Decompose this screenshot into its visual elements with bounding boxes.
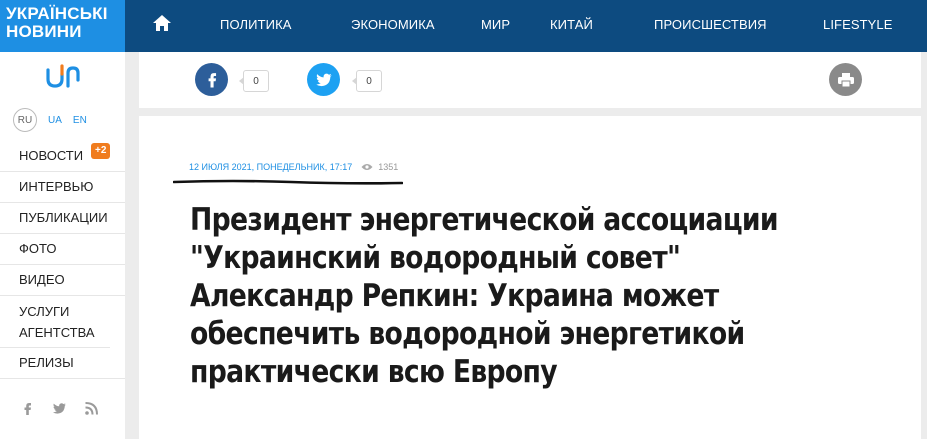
facebook-share-button[interactable] — [195, 63, 228, 96]
nav-incidents[interactable]: ПРОИСШЕСТВИЯ — [654, 17, 767, 32]
share-bar: 0 0 — [139, 52, 921, 108]
sidebar-item-label: ФОТО — [19, 241, 57, 256]
brand-line-1: УКРАЇНСЬКІ — [6, 4, 108, 23]
article-title: Президент энергетической ассоциации "Укр… — [190, 202, 779, 390]
sidebar-item-publications[interactable]: ПУБЛИКАЦИИ — [0, 203, 125, 234]
sidebar-item-label: ПУБЛИКАЦИИ — [19, 210, 108, 225]
site-logo-icon[interactable] — [42, 62, 82, 90]
language-switcher: RU UA EN — [13, 108, 87, 132]
nav-politics[interactable]: ПОЛИТИКА — [220, 17, 292, 32]
news-count-badge: +2 — [91, 143, 111, 159]
sidebar-item-video[interactable]: ВИДЕО — [0, 265, 125, 296]
sidebar-item-label: УСЛУГИ АГЕНТСТВА — [19, 304, 95, 340]
nav-china[interactable]: КИТАЙ — [550, 17, 593, 32]
twitter-share-button[interactable] — [307, 63, 340, 96]
sidebar-menu: НОВОСТИ +2 ИНТЕРВЬЮ ПУБЛИКАЦИИ ФОТО ВИДЕ… — [0, 141, 125, 379]
rss-icon[interactable] — [84, 401, 99, 416]
nav-lifestyle[interactable]: LIFESTYLE — [823, 17, 893, 32]
lang-ru[interactable]: RU — [13, 108, 37, 132]
print-button[interactable] — [829, 63, 862, 96]
home-icon[interactable] — [152, 14, 172, 32]
eye-icon — [361, 164, 373, 170]
facebook-icon — [208, 72, 216, 87]
article-view-count: 1351 — [378, 162, 399, 172]
brand-line-2: НОВИНИ — [6, 22, 82, 41]
sidebar-item-releases[interactable]: РЕЛИЗЫ — [0, 348, 125, 379]
lang-en[interactable]: EN — [73, 115, 87, 126]
twitter-icon — [315, 73, 332, 86]
facebook-share-count: 0 — [239, 70, 269, 92]
sidebar-item-label: ИНТЕРВЬЮ — [19, 179, 94, 194]
sidebar-item-label: ВИДЕО — [19, 272, 65, 287]
sidebar-item-news[interactable]: НОВОСТИ +2 — [0, 141, 125, 172]
nav-world[interactable]: МИР — [481, 17, 510, 32]
sidebar-item-agency-services[interactable]: УСЛУГИ АГЕНТСТВА — [0, 296, 110, 348]
facebook-icon[interactable] — [20, 401, 35, 416]
sidebar-item-label: НОВОСТИ — [19, 148, 84, 163]
twitter-share-count: 0 — [352, 70, 382, 92]
sidebar-social-links — [20, 401, 99, 416]
sidebar-item-label: РЕЛИЗЫ — [19, 355, 74, 370]
sidebar: RU UA EN НОВОСТИ +2 ИНТЕРВЬЮ ПУБЛИКАЦИИ … — [0, 52, 125, 439]
article-meta: 12 ИЮЛЯ 2021, ПОНЕДЕЛЬНИК, 17:17 1351 — [189, 162, 398, 172]
top-navigation: ПОЛИТИКА ЭКОНОМИКА МИР КИТАЙ ПРОИСШЕСТВИ… — [125, 0, 927, 52]
sidebar-item-photo[interactable]: ФОТО — [0, 234, 125, 265]
lang-ua[interactable]: UA — [48, 115, 62, 126]
nav-economy[interactable]: ЭКОНОМИКА — [351, 17, 435, 32]
article-date: 12 ИЮЛЯ 2021, ПОНЕДЕЛЬНИК, 17:17 — [189, 162, 353, 172]
article: 12 ИЮЛЯ 2021, ПОНЕДЕЛЬНИК, 17:17 1351 Пр… — [139, 116, 921, 439]
sidebar-item-interviews[interactable]: ИНТЕРВЬЮ — [0, 172, 125, 203]
page: УКРАЇНСЬКІ НОВИНИ ПОЛИТИКА ЭКОНОМИКА МИР… — [0, 0, 927, 439]
handdrawn-underline — [173, 179, 403, 185]
printer-icon — [837, 72, 854, 87]
site-brand[interactable]: УКРАЇНСЬКІ НОВИНИ — [0, 0, 125, 52]
twitter-icon[interactable] — [52, 401, 67, 416]
